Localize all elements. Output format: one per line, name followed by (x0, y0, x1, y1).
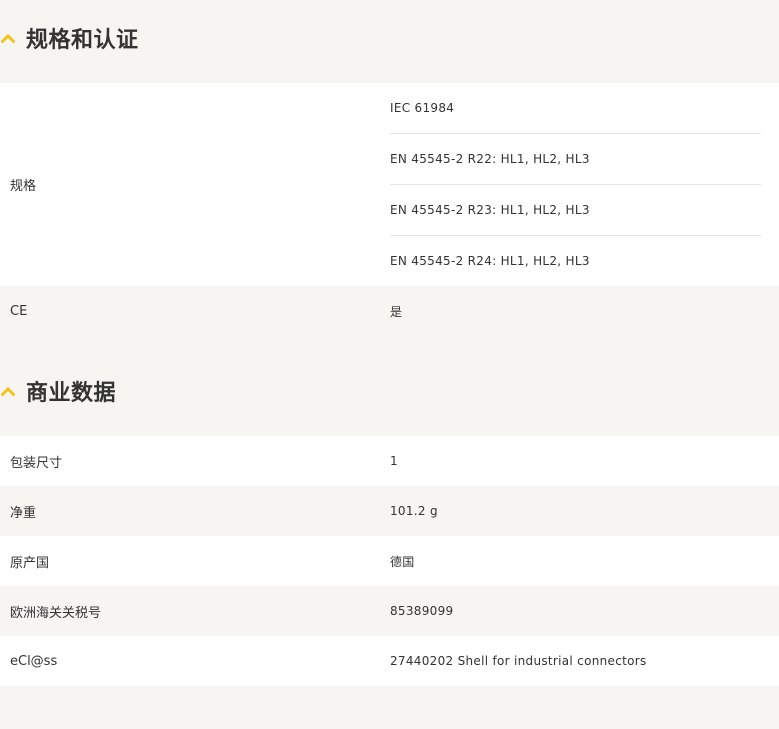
table-row: 净重 101.2 g (0, 486, 779, 536)
row-label: CE (10, 303, 28, 319)
row-label: 原产国 (10, 555, 50, 571)
specs-table: 规格 IEC 61984 EN 45545-2 R22: HL1, HL2, H… (0, 83, 779, 336)
row-value: 101.2 g (390, 504, 438, 518)
table-row: 包装尺寸 1 (0, 436, 779, 486)
commercial-table: 包装尺寸 1 净重 101.2 g 原产国 德国 欧洲海关关税号 8538909… (0, 436, 779, 686)
row-value: 德国 (390, 554, 415, 569)
row-values: 101.2 g (390, 486, 761, 536)
section-title: 商业数据 (26, 381, 117, 406)
row-values: 27440202 Shell for industrial connectors (390, 636, 761, 686)
table-row: 原产国 德国 (0, 536, 779, 586)
row-values: 85389099 (390, 586, 761, 636)
row-value: 27440202 Shell for industrial connectors (390, 654, 647, 668)
row-value: 是 (390, 304, 403, 319)
row-values: 1 (390, 436, 761, 486)
table-row: 规格 IEC 61984 EN 45545-2 R22: HL1, HL2, H… (0, 83, 779, 286)
row-value: EN 45545-2 R24: HL1, HL2, HL3 (390, 254, 590, 268)
chevron-up-icon (1, 387, 15, 396)
row-value: IEC 61984 (390, 83, 761, 134)
table-row: eCl@ss 27440202 Shell for industrial con… (0, 636, 779, 686)
row-value: 85389099 (390, 604, 454, 618)
row-label: 欧洲海关关税号 (10, 605, 102, 621)
row-label: 包装尺寸 (10, 455, 63, 471)
row-values: IEC 61984 EN 45545-2 R22: HL1, HL2, HL3 … (390, 83, 761, 286)
row-value: EN 45545-2 R23: HL1, HL2, HL3 (390, 185, 761, 236)
section-header-commercial-data[interactable]: 商业数据 (0, 366, 779, 416)
row-value: EN 45545-2 R22: HL1, HL2, HL3 (390, 134, 761, 185)
table-row: CE 是 (0, 286, 779, 336)
section-header-specs-certs[interactable]: 规格和认证 (0, 13, 779, 63)
row-values: 德国 (390, 536, 761, 586)
row-label: eCl@ss (10, 653, 58, 669)
table-row: 欧洲海关关税号 85389099 (0, 586, 779, 636)
row-value: 1 (390, 454, 398, 468)
chevron-up-icon (1, 34, 15, 43)
row-label: 净重 (10, 505, 37, 521)
row-label: 规格 (10, 179, 37, 194)
row-values: 是 (390, 286, 761, 336)
section-title: 规格和认证 (26, 28, 139, 53)
